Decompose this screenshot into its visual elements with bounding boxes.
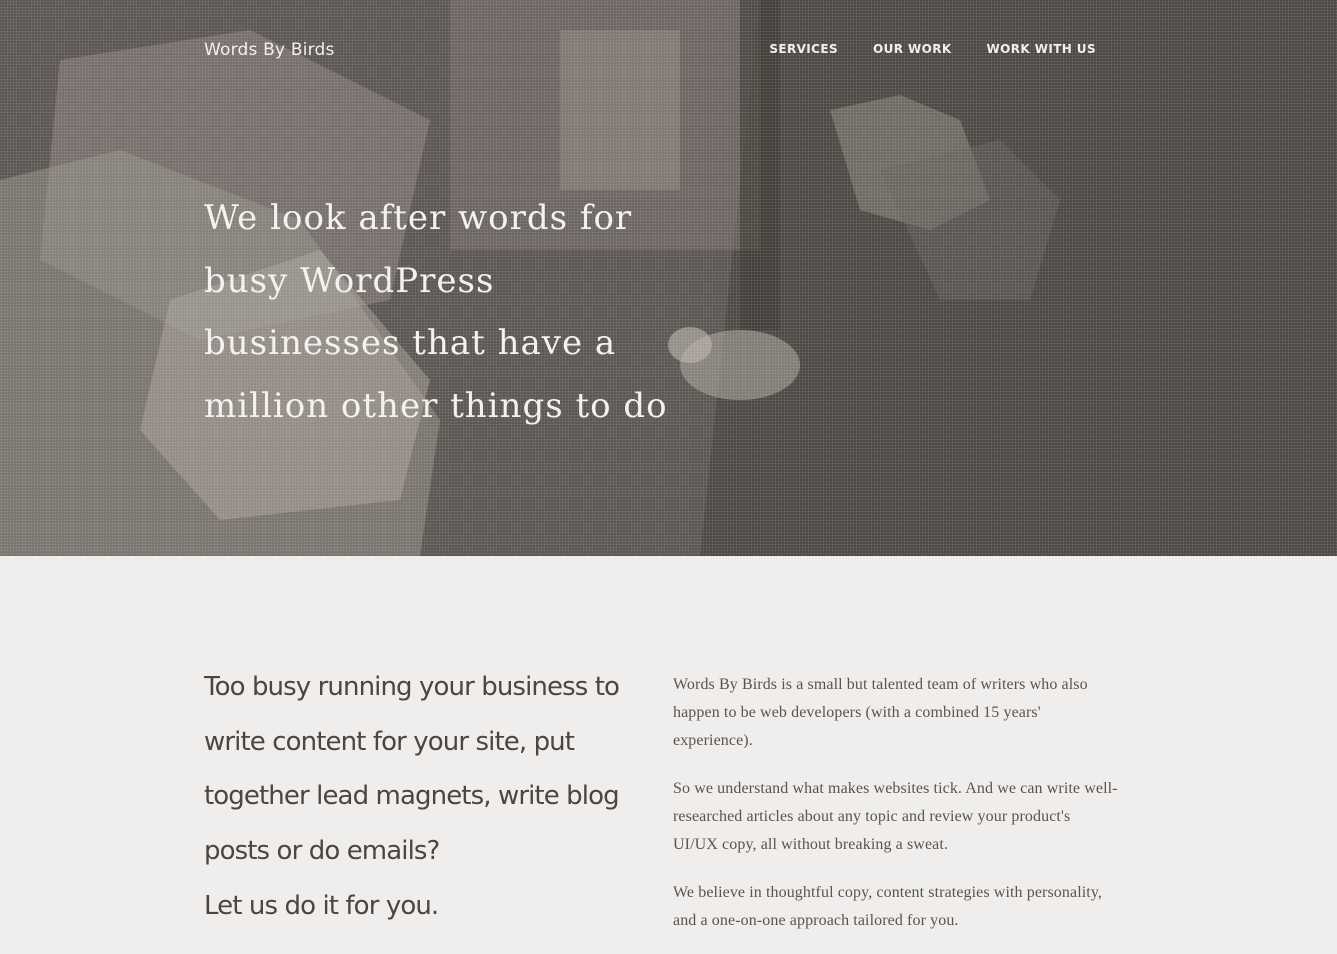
hero-section: Words By Birds SERVICES OUR WORK WORK WI… (0, 0, 1337, 556)
site-title-link[interactable]: Words By Birds (204, 40, 335, 60)
intro-left-column: Too busy running your business to write … (204, 660, 644, 924)
intro-paragraph: So we understand what makes websites tic… (673, 780, 1118, 853)
nav-item-our-work[interactable]: OUR WORK (873, 42, 952, 56)
main-navigation: SERVICES OUR WORK WORK WITH US (769, 42, 1096, 56)
intro-heading: Too busy running your business to write … (204, 672, 620, 866)
intro-right-column: Words By Birds is a small but talented t… (673, 671, 1118, 954)
intro-cta-text: Let us do it for you. (204, 891, 439, 921)
nav-item-services[interactable]: SERVICES (769, 42, 838, 56)
intro-paragraph: Words By Birds is a small but talented t… (673, 676, 1088, 749)
intro-paragraph: We believe in thoughtful copy, content s… (673, 884, 1103, 929)
hero-heading: We look after words for busy WordPress b… (204, 198, 668, 426)
nav-item-work-with-us[interactable]: WORK WITH US (987, 42, 1096, 56)
